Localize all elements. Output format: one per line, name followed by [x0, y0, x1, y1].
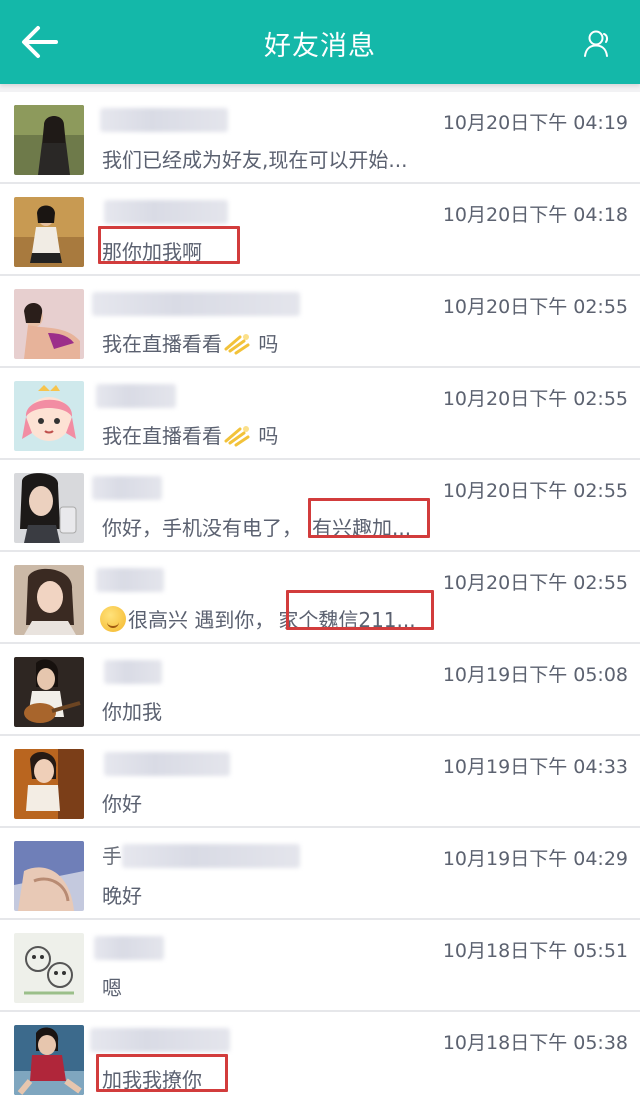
blurred-name: [94, 936, 164, 960]
list-item[interactable]: 10月20日下午 02:55 很高兴 遇到你， 家个魏信211...: [0, 552, 640, 644]
message-time: 10月20日下午 02:55: [442, 388, 628, 410]
list-item[interactable]: 10月20日下午 04:18 那你加我啊: [0, 184, 640, 276]
blurred-name: [96, 568, 164, 592]
page-title: 好友消息: [264, 31, 376, 62]
message-list: 10月20日下午 04:19 我们已经成为好友,现在可以开始... 10月20日…: [0, 92, 640, 1112]
message-time: 10月20日下午 04:19: [442, 112, 628, 134]
message-preview: 你加我: [102, 700, 162, 724]
message-time: 10月20日下午 02:55: [442, 572, 628, 594]
list-item[interactable]: 10月19日下午 05:08 你加我: [0, 644, 640, 736]
profile-button[interactable]: [580, 26, 616, 62]
sparkle-icon: [224, 334, 250, 355]
blurred-name: [92, 476, 162, 500]
avatar: [14, 933, 84, 1003]
message-time: 10月20日下午 02:55: [442, 296, 628, 318]
message-text: 我在直播看看: [102, 424, 222, 448]
list-item[interactable]: 10月20日下午 02:55 你好，手机没有电了， 有兴趣加...: [0, 460, 640, 552]
avatar: [14, 749, 84, 819]
avatar: [14, 381, 84, 451]
blurred-name: [104, 200, 228, 224]
highlight-box: [308, 498, 430, 538]
blurred-name: [90, 1028, 230, 1052]
message-text: 很高兴 遇到你，: [128, 608, 275, 632]
avatar: [14, 105, 84, 175]
message-time: 10月20日下午 02:55: [442, 480, 628, 502]
list-item[interactable]: 10月20日下午 02:55 我在直播看看 吗: [0, 368, 640, 460]
avatar: [14, 197, 84, 267]
avatar: [14, 1025, 84, 1095]
blurred-name: [104, 660, 162, 684]
highlight-box: [286, 590, 434, 630]
avatar: [14, 841, 84, 911]
message-time: 10月18日下午 05:51: [442, 940, 628, 962]
message-preview: 嗯: [102, 976, 122, 1000]
list-item[interactable]: 10月18日下午 05:38 加我我撩你: [0, 1012, 640, 1112]
contact-name: 手: [102, 844, 122, 868]
avatar: [14, 473, 84, 543]
message-preview: 你好: [102, 792, 142, 816]
highlight-box: [96, 1054, 228, 1092]
sparkle-icon: [224, 426, 250, 447]
list-item[interactable]: 手 10月19日下午 04:29 晚好: [0, 828, 640, 920]
avatar: [14, 657, 84, 727]
person-icon: [584, 30, 609, 57]
message-time: 10月18日下午 05:38: [442, 1032, 628, 1054]
blurred-name: [92, 292, 300, 316]
avatar: [14, 289, 84, 359]
smile-emoji-icon: [100, 606, 126, 632]
highlight-box: [98, 226, 240, 264]
message-time: 10月19日下午 05:08: [442, 664, 628, 686]
blurred-name: [96, 384, 176, 408]
message-time: 10月20日下午 04:18: [442, 204, 628, 226]
blurred-name: [122, 844, 300, 868]
list-item[interactable]: 10月20日下午 04:19 我们已经成为好友,现在可以开始...: [0, 92, 640, 184]
message-time: 10月19日下午 04:29: [442, 848, 628, 870]
message-preview: 我们已经成为好友,现在可以开始...: [102, 148, 408, 172]
message-suffix: 吗: [252, 332, 279, 356]
list-item[interactable]: 10月19日下午 04:33 你好: [0, 736, 640, 828]
message-preview: 我在直播看看 吗: [102, 420, 278, 449]
app-header: 好友消息: [0, 0, 640, 84]
message-suffix: 吗: [252, 424, 279, 448]
list-item[interactable]: 10月20日下午 02:55 我在直播看看 吗: [0, 276, 640, 368]
message-preview: 晚好: [102, 884, 142, 908]
message-time: 10月19日下午 04:33: [442, 756, 628, 778]
list-item[interactable]: 10月18日下午 05:51 嗯: [0, 920, 640, 1012]
avatar: [14, 565, 84, 635]
message-text: 你好，手机没有电了，: [102, 516, 302, 540]
blurred-name: [104, 752, 230, 776]
message-preview: 我在直播看看 吗: [102, 328, 278, 357]
blurred-name: [100, 108, 228, 132]
message-text: 我在直播看看: [102, 332, 222, 356]
